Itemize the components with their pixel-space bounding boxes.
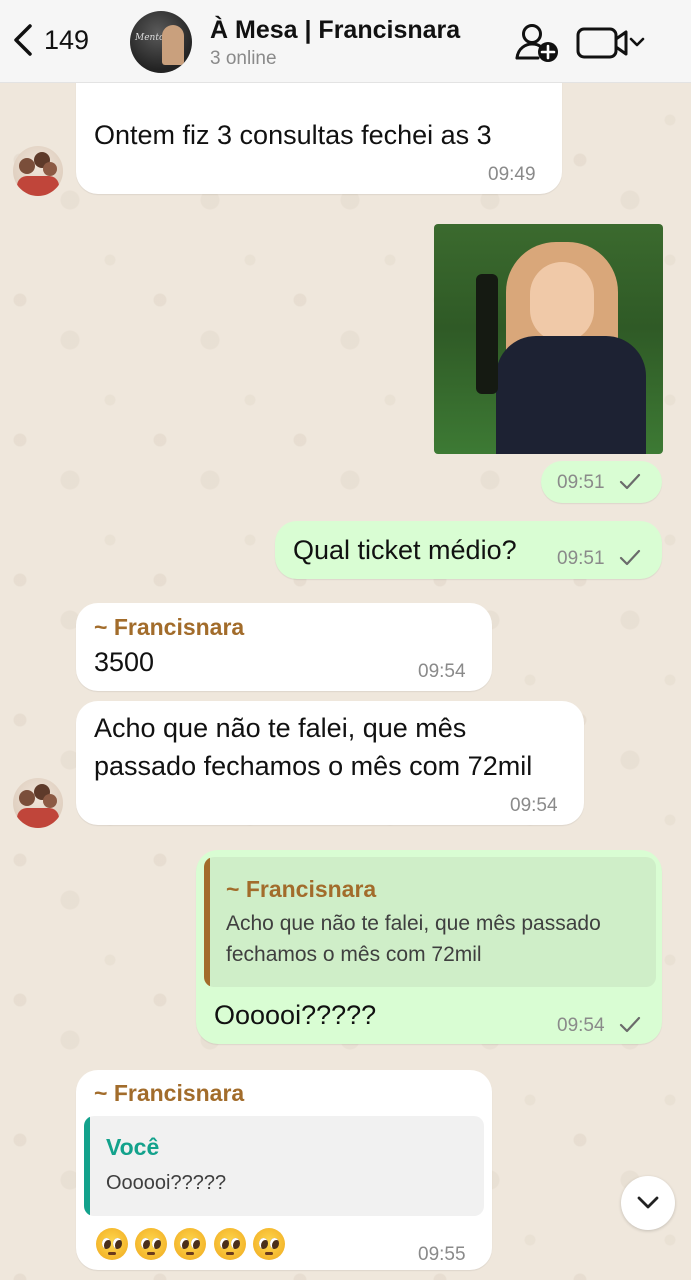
check-icon [619,473,641,490]
pleading-face-icon [96,1228,128,1260]
video-call-icon[interactable] [576,26,646,62]
message-text: 3500 [94,647,155,677]
pleading-face-icon [253,1228,285,1260]
quote-text-line1: Acho que não te falei, que mês passado [226,912,601,935]
chat-header: 149 Mentoria À Mesa | Francisnara 3 onli… [0,0,691,83]
message-image[interactable] [434,224,663,454]
chevron-down-icon [629,37,645,47]
message-time: 09:49 [488,164,536,185]
group-avatar[interactable]: Mentoria [130,11,192,73]
pleading-face-icon [174,1228,206,1260]
check-icon [619,549,641,566]
message-text-line1: Acho que não te falei, que mês [94,713,467,743]
avatar-figure [162,25,184,65]
quoted-message[interactable]: Você Oooooi????? [84,1116,484,1216]
quote-sender: ~ Francisnara [226,876,377,902]
sender-name[interactable]: ~ Francisnara [94,1080,244,1107]
message-bubble-incoming[interactable]: Acho que não te falei, que mês passado f… [76,701,584,825]
message-time: 09:51 [557,548,605,569]
chevron-left-icon [14,24,32,56]
scroll-to-bottom-button[interactable] [621,1176,675,1230]
pleading-face-icon [214,1228,246,1260]
sender-name[interactable]: ~ Francisnara [94,614,244,641]
pleading-face-icon [135,1228,167,1260]
chat-title[interactable]: À Mesa | Francisnara [210,16,460,45]
message-bubble-incoming[interactable]: Ontem fiz 3 consultas fechei as 3 09:49 [76,74,562,194]
message-time: 09:54 [557,1015,605,1036]
quoted-message[interactable]: ~ Francisnara Acho que não te falei, que… [204,857,656,987]
quote-bar [84,1116,90,1216]
quote-sender: Você [106,1134,160,1160]
unread-count: 149 [44,24,90,55]
member-avatar[interactable] [13,146,63,196]
quote-text: Oooooi????? [106,1172,227,1194]
quote-text-line2: fechamos o mês com 72mil [226,943,482,966]
message-time: 09:54 [418,661,466,682]
image-caption-bubble: 09:51 [541,461,662,503]
chevron-down-icon [637,1196,659,1209]
message-time: 09:54 [510,795,558,816]
message-time: 09:51 [557,472,605,493]
message-bubble-outgoing[interactable]: Qual ticket médio? 09:51 [275,521,662,579]
message-time: 09:55 [418,1244,466,1265]
message-bubble-incoming[interactable]: ~ Francisnara 3500 09:54 [76,603,492,691]
check-icon [619,1016,641,1033]
online-status: 3 online [210,48,277,69]
message-text: Qual ticket médio? [293,535,517,565]
member-avatar[interactable] [13,778,63,828]
back-button[interactable]: 149 [10,20,89,60]
quote-bar [204,857,210,987]
message-text: Ontem fiz 3 consultas fechei as 3 [94,120,492,150]
message-text: Oooooi????? [214,1000,377,1030]
message-text-line2: passado fechamos o mês com 72mil [94,751,533,781]
add-member-icon[interactable] [514,22,560,64]
